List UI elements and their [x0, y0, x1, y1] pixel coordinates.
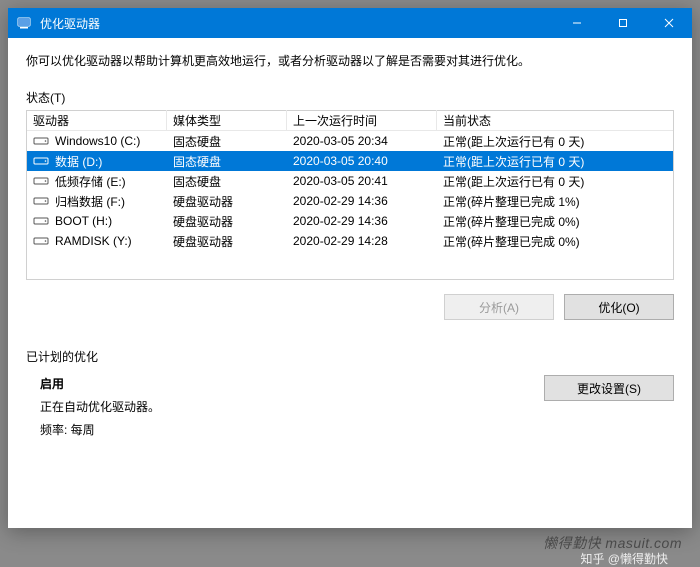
drive-icon [33, 155, 49, 167]
table-row[interactable]: RAMDISK (Y:) 硬盘驱动器2020-02-29 14:28正常(碎片整理… [27, 231, 673, 251]
change-settings-button[interactable]: 更改设置(S) [544, 375, 674, 401]
cell-state: 正常(碎片整理已完成 1%) [437, 191, 673, 212]
drive-icon [33, 195, 49, 207]
drive-icon [33, 175, 49, 187]
cell-state: 正常(距上次运行已有 0 天) [437, 171, 673, 192]
drives-table: 驱动器 媒体类型 上一次运行时间 当前状态 Windows10 (C:) 固态硬盘… [26, 110, 674, 280]
cell-drive: 归档数据 (F:) [27, 191, 167, 212]
scheduled-optimization-section: 已计划的优化 启用 正在自动优化驱动器。 频率: 每周 更改设置(S) [26, 348, 674, 444]
schedule-enabled-label: 启用 [40, 375, 544, 392]
cell-state: 正常(距上次运行已有 0 天) [437, 151, 673, 172]
cell-last: 2020-03-05 20:41 [287, 172, 437, 190]
table-row[interactable]: 数据 (D:) 固态硬盘2020-03-05 20:40正常(距上次运行已有 0 … [27, 151, 673, 171]
drive-name: BOOT (H:) [55, 214, 112, 228]
col-state[interactable]: 当前状态 [437, 110, 673, 131]
drive-name: 归档数据 (F:) [55, 193, 125, 210]
cell-media: 硬盘驱动器 [167, 211, 287, 232]
app-icon [16, 15, 32, 31]
col-drive[interactable]: 驱动器 [27, 110, 167, 131]
cell-last: 2020-03-05 20:34 [287, 132, 437, 150]
cell-media: 固态硬盘 [167, 171, 287, 192]
optimize-drives-window: 优化驱动器 你可以优化驱动器以帮助计算机更高效地运行，或者分析驱动器以了解是否需… [8, 8, 692, 528]
drive-icon [33, 215, 49, 227]
analyze-button[interactable]: 分析(A) [444, 294, 554, 320]
drive-icon [33, 235, 49, 247]
optimize-button[interactable]: 优化(O) [564, 294, 674, 320]
table-row[interactable]: Windows10 (C:) 固态硬盘2020-03-05 20:34正常(距上次… [27, 131, 673, 151]
cell-media: 固态硬盘 [167, 151, 287, 172]
drive-icon [33, 135, 49, 147]
minimize-button[interactable] [554, 8, 600, 38]
title-bar[interactable]: 优化驱动器 [8, 8, 692, 38]
cell-drive: Windows10 (C:) [27, 132, 167, 150]
table-body: Windows10 (C:)固态硬盘2020-03-05 20:34正常(距上次… [27, 131, 673, 279]
schedule-state-line: 正在自动优化驱动器。 [40, 398, 544, 415]
table-row[interactable]: 归档数据 (F:) 硬盘驱动器2020-02-29 14:36正常(碎片整理已完成… [27, 191, 673, 211]
cell-last: 2020-02-29 14:36 [287, 192, 437, 210]
cell-last: 2020-02-29 14:36 [287, 212, 437, 230]
col-last[interactable]: 上一次运行时间 [287, 110, 437, 131]
watermark-text-2: 知乎 @懒得勤快 [580, 550, 668, 567]
cell-last: 2020-03-05 20:40 [287, 152, 437, 170]
action-button-row: 分析(A) 优化(O) [26, 294, 674, 320]
close-button[interactable] [646, 8, 692, 38]
description-text: 你可以优化驱动器以帮助计算机更高效地运行，或者分析驱动器以了解是否需要对其进行优… [26, 52, 674, 69]
cell-drive: 数据 (D:) [27, 151, 167, 172]
cell-state: 正常(碎片整理已完成 0%) [437, 211, 673, 232]
table-row[interactable]: 低频存储 (E:) 固态硬盘2020-03-05 20:41正常(距上次运行已有 … [27, 171, 673, 191]
window-title: 优化驱动器 [40, 15, 554, 32]
cell-media: 固态硬盘 [167, 131, 287, 152]
cell-state: 正常(距上次运行已有 0 天) [437, 131, 673, 152]
col-media[interactable]: 媒体类型 [167, 110, 287, 131]
cell-drive: BOOT (H:) [27, 212, 167, 230]
drive-name: RAMDISK (Y:) [55, 234, 132, 248]
drive-name: 低频存储 (E:) [55, 173, 126, 190]
cell-last: 2020-02-29 14:28 [287, 232, 437, 250]
drive-name: 数据 (D:) [55, 153, 102, 170]
cell-state: 正常(碎片整理已完成 0%) [437, 231, 673, 252]
schedule-info: 启用 正在自动优化驱动器。 频率: 每周 [26, 375, 544, 444]
table-row[interactable]: BOOT (H:) 硬盘驱动器2020-02-29 14:36正常(碎片整理已完成… [27, 211, 673, 231]
client-area: 你可以优化驱动器以帮助计算机更高效地运行，或者分析驱动器以了解是否需要对其进行优… [8, 38, 692, 528]
cell-media: 硬盘驱动器 [167, 231, 287, 252]
schedule-freq-line: 频率: 每周 [40, 421, 544, 438]
cell-media: 硬盘驱动器 [167, 191, 287, 212]
cell-drive: 低频存储 (E:) [27, 171, 167, 192]
status-section-label: 状态(T) [26, 89, 674, 106]
table-empty-area[interactable] [27, 251, 673, 279]
cell-drive: RAMDISK (Y:) [27, 232, 167, 250]
table-header: 驱动器 媒体类型 上一次运行时间 当前状态 [27, 111, 673, 131]
drive-name: Windows10 (C:) [55, 134, 140, 148]
schedule-heading: 已计划的优化 [26, 348, 674, 365]
maximize-button[interactable] [600, 8, 646, 38]
